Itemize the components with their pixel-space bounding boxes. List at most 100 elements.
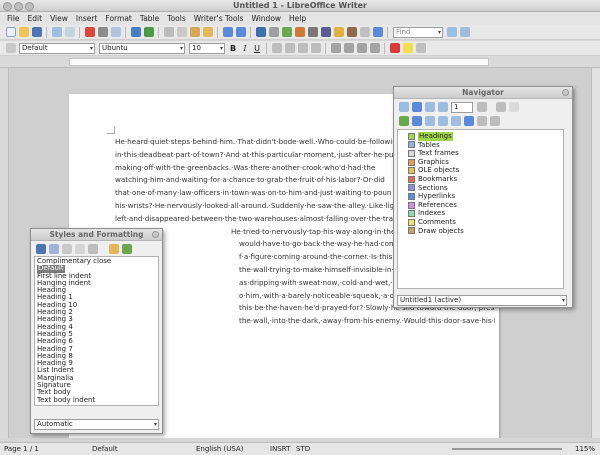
nav-item-sections[interactable]: Sections xyxy=(408,184,563,193)
navigator-title-bar[interactable]: Navigator xyxy=(394,87,572,99)
numbering-icon[interactable] xyxy=(330,43,341,53)
list-box-icon[interactable] xyxy=(509,102,519,112)
background-color-icon[interactable] xyxy=(415,43,426,53)
navigator-tree[interactable]: Headings Tables Text frames Graphics OLE… xyxy=(397,129,564,289)
table-icon[interactable] xyxy=(268,27,279,37)
page-style[interactable]: Default xyxy=(92,443,118,455)
menu-tools[interactable]: Tools xyxy=(163,12,189,25)
align-center-icon[interactable] xyxy=(284,43,295,53)
undo-icon[interactable] xyxy=(222,27,233,37)
highlighting-icon[interactable] xyxy=(402,43,413,53)
nav-item-text-frames[interactable]: Text frames xyxy=(408,149,563,158)
close-icon[interactable] xyxy=(562,89,569,96)
menu-writers-tools[interactable]: Writer's Tools xyxy=(190,12,248,25)
hyperlink-icon[interactable] xyxy=(255,27,266,37)
nonprinting-characters-icon[interactable] xyxy=(359,27,370,37)
gallery-icon[interactable] xyxy=(346,27,357,37)
anchor-icon[interactable] xyxy=(450,116,461,126)
navigator-icon[interactable] xyxy=(320,27,331,37)
previous-icon[interactable] xyxy=(424,102,435,112)
vertical-scrollbar[interactable] xyxy=(591,68,600,438)
paragraph-style-combo[interactable]: Default ▾ xyxy=(19,42,95,54)
nav-item-hyperlinks[interactable]: Hyperlinks xyxy=(408,192,563,201)
find-replace-icon[interactable] xyxy=(307,27,318,37)
nav-item-tables[interactable]: Tables xyxy=(408,141,563,150)
nav-item-indexes[interactable]: Indexes xyxy=(408,209,563,218)
page-spinbox[interactable]: 1 xyxy=(451,101,473,113)
window-maximize-icon[interactable] xyxy=(25,2,34,11)
menu-file[interactable]: File xyxy=(3,12,24,25)
print-preview-icon[interactable] xyxy=(110,27,121,37)
save-icon[interactable] xyxy=(31,27,42,37)
zoom-level[interactable]: 115% xyxy=(575,443,595,455)
font-color-icon[interactable] xyxy=(389,43,400,53)
language[interactable]: English (USA) xyxy=(196,443,243,455)
styles-filter-select[interactable]: Automatic ▾ xyxy=(34,419,159,430)
nav-item-comments[interactable]: Comments xyxy=(408,218,563,227)
clone-formatting-icon[interactable] xyxy=(202,27,213,37)
chart-icon[interactable] xyxy=(294,27,305,37)
window-close-icon[interactable] xyxy=(3,2,12,11)
font-name-combo[interactable]: Ubuntu ▾ xyxy=(99,42,185,54)
demote-icon[interactable] xyxy=(489,116,500,126)
styles-icon[interactable] xyxy=(5,43,16,53)
content-view-icon[interactable] xyxy=(398,116,409,126)
menu-view[interactable]: View xyxy=(46,12,72,25)
edit-file-icon[interactable] xyxy=(64,27,75,37)
navigation-icon[interactable] xyxy=(411,102,422,112)
style-item[interactable]: Text body indent xyxy=(37,396,156,404)
menu-edit[interactable]: Edit xyxy=(24,12,47,25)
help-icon[interactable] xyxy=(372,27,383,37)
fill-format-mode-icon[interactable] xyxy=(109,244,119,254)
autospell-icon[interactable] xyxy=(143,27,154,37)
header-icon[interactable] xyxy=(424,116,435,126)
horizontal-ruler[interactable] xyxy=(0,56,600,68)
new-document-icon[interactable] xyxy=(5,27,16,37)
menu-help[interactable]: Help xyxy=(285,12,310,25)
set-reminder-icon[interactable] xyxy=(411,116,422,126)
find-previous-icon[interactable] xyxy=(446,27,457,37)
spelling-icon[interactable] xyxy=(130,27,141,37)
justify-icon[interactable] xyxy=(310,43,321,53)
italic-button[interactable]: I xyxy=(240,44,250,53)
footer-icon[interactable] xyxy=(437,116,448,126)
copy-icon[interactable] xyxy=(176,27,187,37)
drag-mode-icon[interactable] xyxy=(476,102,487,112)
styles-list[interactable]: Complimentary close Default First line i… xyxy=(34,256,159,406)
character-styles-icon[interactable] xyxy=(48,244,59,254)
vertical-ruler[interactable] xyxy=(0,68,9,438)
draw-functions-icon[interactable] xyxy=(333,27,344,37)
image-icon[interactable] xyxy=(281,27,292,37)
decrease-indent-icon[interactable] xyxy=(356,43,367,53)
menu-format[interactable]: Format xyxy=(101,12,135,25)
frame-styles-icon[interactable] xyxy=(61,244,72,254)
insert-mode[interactable]: INSRT xyxy=(270,443,290,455)
increase-indent-icon[interactable] xyxy=(369,43,380,53)
styles-panel-title-bar[interactable]: Styles and Formatting xyxy=(31,229,162,241)
document-selector[interactable]: Untitled1 (active) ▾ xyxy=(397,295,567,306)
bold-button[interactable]: B xyxy=(228,44,238,53)
export-pdf-icon[interactable] xyxy=(84,27,95,37)
bullets-icon[interactable] xyxy=(343,43,354,53)
insert-link-icon[interactable] xyxy=(496,102,506,112)
list-styles-icon[interactable] xyxy=(87,244,98,254)
redo-icon[interactable] xyxy=(235,27,246,37)
menu-table[interactable]: Table xyxy=(136,12,163,25)
align-left-icon[interactable] xyxy=(271,43,282,53)
open-folder-icon[interactable] xyxy=(18,27,29,37)
heading-levels-icon[interactable] xyxy=(463,116,474,126)
menu-window[interactable]: Window xyxy=(247,12,285,25)
underline-button[interactable]: U xyxy=(252,44,262,53)
selection-mode[interactable]: STD xyxy=(296,443,310,455)
window-minimize-icon[interactable] xyxy=(14,2,23,11)
cut-icon[interactable] xyxy=(163,27,174,37)
paste-icon[interactable] xyxy=(189,27,200,37)
email-icon[interactable] xyxy=(51,27,62,37)
nav-item-headings[interactable]: Headings xyxy=(408,132,563,141)
new-style-icon[interactable] xyxy=(122,244,132,254)
next-icon[interactable] xyxy=(437,102,448,112)
menu-insert[interactable]: Insert xyxy=(72,12,102,25)
font-size-combo[interactable]: 10 ▾ xyxy=(189,42,225,54)
page-count[interactable]: Page 1 / 1 xyxy=(4,443,39,455)
find-input[interactable]: Find ▾ xyxy=(393,26,443,38)
